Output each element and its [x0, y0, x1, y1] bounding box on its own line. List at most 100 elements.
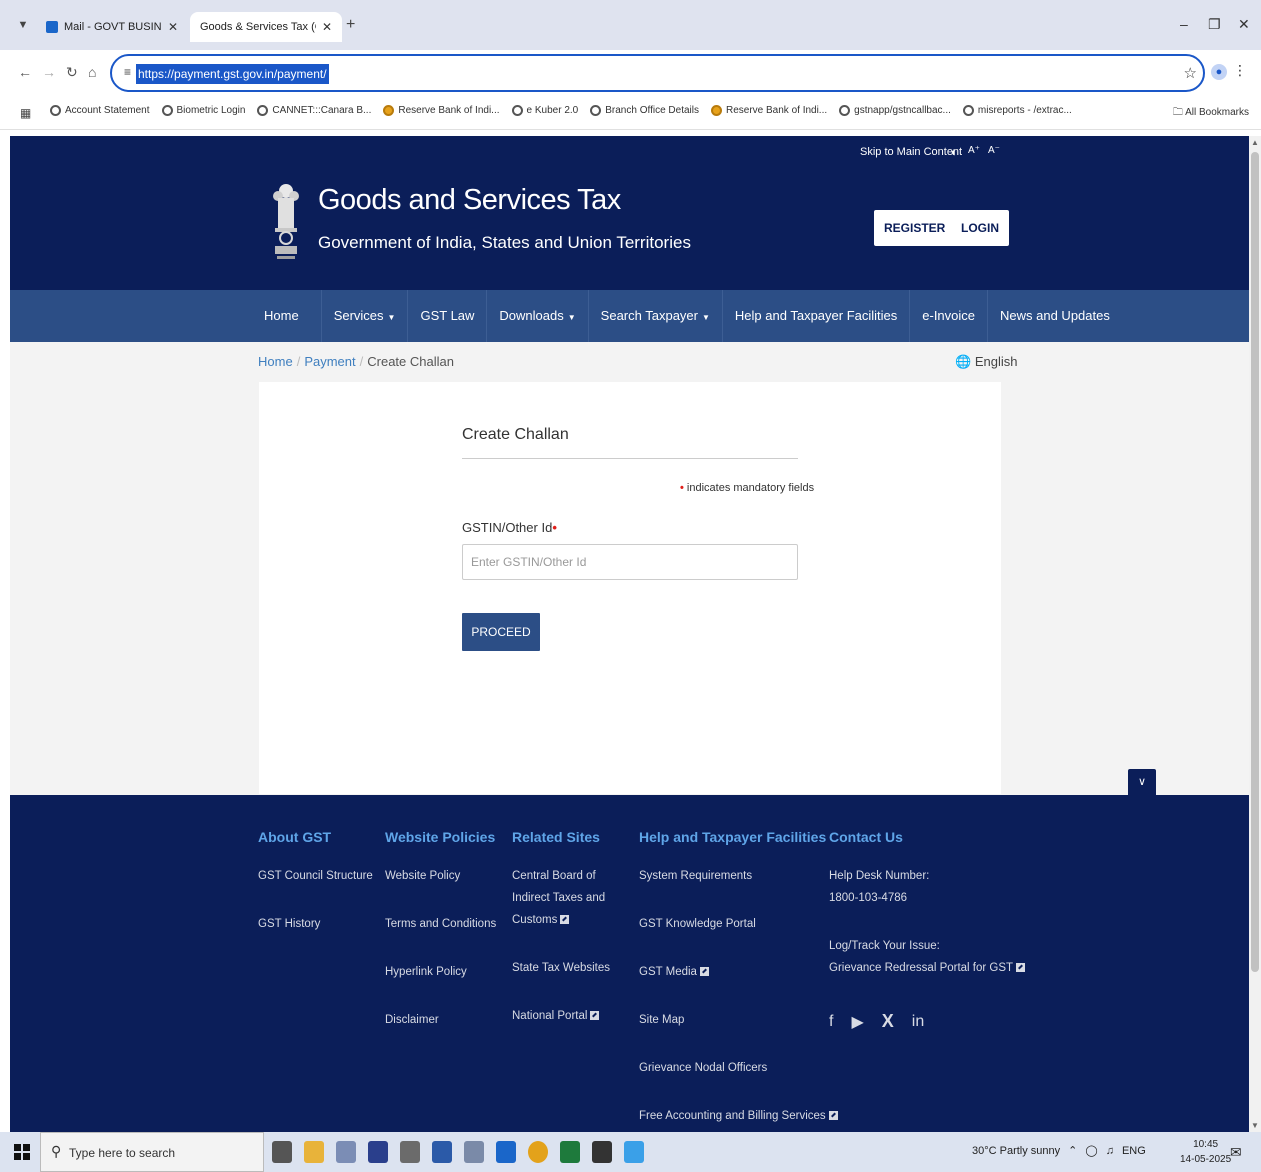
login-button[interactable]: LOGIN: [951, 210, 1009, 246]
footer-link[interactable]: Grievance Nodal Officers: [639, 1057, 838, 1079]
clock[interactable]: 10:45 14-05-2025: [1180, 1137, 1231, 1167]
linkedin-icon[interactable]: in: [912, 1013, 924, 1031]
footer-link[interactable]: Hyperlink Policy: [385, 961, 496, 983]
nav-news-updates[interactable]: News and Updates: [988, 290, 1122, 342]
footer-link[interactable]: Site Map: [639, 1009, 838, 1031]
breadcrumb-payment[interactable]: Payment: [304, 354, 355, 369]
close-tab-icon[interactable]: ✕: [168, 20, 178, 34]
app-icon[interactable]: [592, 1141, 612, 1163]
skip-to-main-link[interactable]: Skip to Main Content: [860, 146, 962, 158]
volume-icon[interactable]: ♫: [1106, 1145, 1114, 1157]
network-icon[interactable]: ◯: [1085, 1144, 1097, 1157]
external-link-icon: [828, 1111, 838, 1120]
bookmark-item[interactable]: Account Statement: [50, 105, 150, 116]
tab-gst[interactable]: Goods & Services Tax (GST) | Pa ✕: [190, 12, 342, 42]
footer-link[interactable]: GST Media: [639, 961, 838, 983]
nav-e-invoice[interactable]: e-Invoice: [910, 290, 989, 342]
restore-button[interactable]: ❐: [1208, 16, 1221, 33]
nav-help-taxpayer-facilities[interactable]: Help and Taxpayer Facilities: [723, 290, 911, 342]
scroll-down-icon[interactable]: ▼: [1251, 1121, 1259, 1130]
footer-link[interactable]: GST Knowledge Portal: [639, 913, 838, 935]
footer-link[interactable]: State Tax Websites: [512, 957, 624, 979]
nav-search-taxpayer[interactable]: Search Taxpayer ▼: [589, 290, 723, 342]
footer-link[interactable]: Disclaimer: [385, 1009, 496, 1031]
bookmark-item[interactable]: CANNET:::Canara B...: [257, 105, 371, 116]
profile-avatar-icon[interactable]: ●: [1211, 64, 1227, 80]
all-bookmarks-button[interactable]: 🗀 All Bookmarks: [1173, 105, 1249, 122]
nav-services[interactable]: Services ▼: [322, 290, 409, 342]
scroll-up-icon[interactable]: ▲: [1251, 138, 1259, 147]
breadcrumb-home[interactable]: Home: [258, 354, 293, 369]
bookmark-item[interactable]: Reserve Bank of Indi...: [710, 105, 827, 116]
nav-downloads[interactable]: Downloads ▼: [487, 290, 589, 342]
notifications-icon[interactable]: ✉: [1230, 1144, 1242, 1161]
grievance-portal-link[interactable]: Grievance Redressal Portal for GST: [829, 957, 1026, 979]
footer-link[interactable]: GST Council Structure: [258, 865, 373, 887]
x-twitter-icon[interactable]: X: [882, 1011, 894, 1032]
scroll-thumb[interactable]: [1251, 152, 1259, 972]
footer-link[interactable]: Free Accounting and Billing Services: [639, 1105, 838, 1127]
minimize-button[interactable]: –: [1180, 16, 1188, 32]
app-icon[interactable]: [464, 1141, 484, 1163]
language-indicator[interactable]: ENG: [1122, 1145, 1146, 1157]
tab-search-chevron-icon[interactable]: ▼: [14, 16, 32, 34]
taskbar-search-input[interactable]: ⚲ Type here to search: [40, 1132, 264, 1172]
calculator-icon[interactable]: [400, 1141, 420, 1163]
nav-home[interactable]: Home: [252, 290, 322, 342]
bookmark-item[interactable]: misreports - /extrac...: [962, 105, 1072, 116]
app-icon[interactable]: [368, 1141, 388, 1163]
register-button[interactable]: REGISTER: [874, 210, 956, 246]
page-scrollbar[interactable]: ▲ ▼: [1249, 136, 1261, 1132]
footer-link[interactable]: GST History: [258, 913, 373, 935]
nav-gst-law[interactable]: GST Law: [408, 290, 488, 342]
new-tab-button[interactable]: +: [346, 16, 355, 34]
font-increase-button[interactable]: A⁺: [968, 145, 980, 156]
outlook-icon[interactable]: [496, 1141, 516, 1163]
tab-mail[interactable]: Mail - GOVT BUSINESS SECTIO ✕: [36, 12, 188, 42]
footer-link[interactable]: Website Policy: [385, 865, 496, 887]
windows-start-icon[interactable]: [14, 1144, 30, 1160]
taskbar-apps: [272, 1141, 644, 1163]
footer-link[interactable]: Terms and Conditions: [385, 913, 496, 935]
youtube-icon[interactable]: ▶: [851, 1012, 863, 1032]
proceed-button[interactable]: PROCEED: [462, 613, 540, 651]
home-icon[interactable]: ⌂: [88, 64, 96, 80]
task-view-icon[interactable]: [272, 1141, 292, 1163]
bookmark-item[interactable]: Biometric Login: [161, 105, 245, 116]
language-selector[interactable]: 🌐 English: [955, 354, 1017, 370]
app-icon[interactable]: [336, 1141, 356, 1163]
footer-link[interactable]: Central Board of Indirect Taxes and Cust…: [512, 865, 624, 931]
word-icon[interactable]: [432, 1141, 452, 1163]
facebook-icon[interactable]: f: [829, 1013, 833, 1031]
browser-menu-icon[interactable]: ⋮: [1233, 62, 1247, 79]
url-text[interactable]: https://payment.gst.gov.in/payment/: [136, 64, 329, 84]
bookmark-item[interactable]: Reserve Bank of Indi...: [383, 105, 500, 116]
bookmark-item[interactable]: e Kuber 2.0: [511, 105, 578, 116]
chrome-icon[interactable]: [528, 1141, 548, 1163]
app-icon[interactable]: [624, 1141, 644, 1163]
weather-widget[interactable]: 30°C Partly sunny: [972, 1145, 1060, 1157]
footer-link[interactable]: System Requirements: [639, 865, 838, 887]
close-window-button[interactable]: ✕: [1238, 16, 1250, 33]
bookmark-item[interactable]: gstnapp/gstncallbac...: [839, 105, 951, 116]
caret-down-icon: ▼: [567, 313, 576, 322]
url-input[interactable]: ≡ https://payment.gst.gov.in/payment/: [110, 54, 1205, 92]
chevron-up-icon[interactable]: ⌃: [1068, 1144, 1077, 1157]
required-marker: •: [552, 520, 557, 535]
close-tab-icon[interactable]: ✕: [322, 20, 332, 34]
tab-title: Goods & Services Tax (GST) | Pa: [200, 21, 316, 33]
footer-link[interactable]: National Portal: [512, 1005, 624, 1027]
apps-grid-icon[interactable]: ▦: [20, 106, 31, 120]
forward-icon[interactable]: →: [42, 64, 56, 80]
bookmark-star-icon[interactable]: ☆: [1184, 64, 1197, 82]
contrast-icon[interactable]: ◐: [951, 145, 958, 159]
excel-icon[interactable]: [560, 1141, 580, 1163]
back-icon[interactable]: ←: [18, 64, 32, 80]
bookmark-item[interactable]: Branch Office Details: [590, 105, 699, 116]
gstin-input[interactable]: [462, 544, 798, 580]
reload-icon[interactable]: ↻: [66, 64, 78, 81]
font-decrease-button[interactable]: A⁻: [988, 145, 1000, 156]
file-explorer-icon[interactable]: [304, 1141, 324, 1163]
site-settings-icon[interactable]: ≡: [124, 65, 131, 79]
chevron-down-icon[interactable]: ∨: [1128, 769, 1156, 795]
